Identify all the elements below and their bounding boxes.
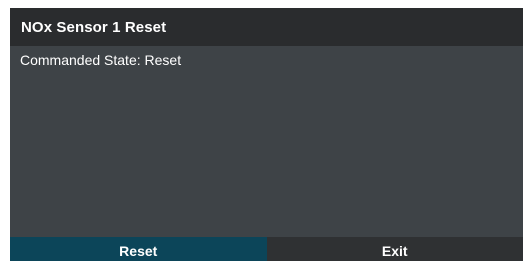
title-bar: NOx Sensor 1 Reset <box>10 8 523 46</box>
dialog-content: Commanded State: Reset <box>10 46 523 237</box>
dialog-title: NOx Sensor 1 Reset <box>21 18 167 36</box>
exit-button[interactable]: Exit <box>266 237 523 261</box>
reset-button[interactable]: Reset <box>10 237 267 261</box>
commanded-state-text: Commanded State: Reset <box>20 52 182 68</box>
dialog-window: NOx Sensor 1 Reset Commanded State: Rese… <box>10 8 523 261</box>
button-bar: Reset Exit <box>10 237 523 261</box>
